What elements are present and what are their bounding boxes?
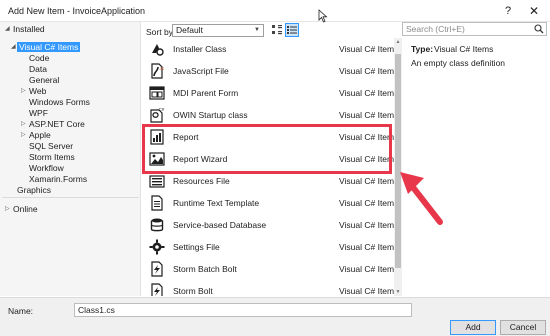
list-item[interactable]: Service-based Database Visual C# Items (143, 214, 394, 236)
scroll-up-arrow-icon[interactable]: ▲ (394, 39, 402, 45)
list-view-button[interactable] (285, 23, 299, 37)
annotation-highlight-box (142, 124, 392, 174)
list-item[interactable]: Storm Batch Bolt Visual C# Items (143, 258, 394, 280)
cancel-button[interactable]: Cancel (500, 320, 546, 335)
scroll-down-arrow-icon[interactable]: ▼ (394, 289, 402, 295)
svg-text:JS: JS (160, 66, 165, 71)
search-placeholder: Search (Ctrl+E) (406, 24, 465, 34)
details-type-value: Visual C# Items (434, 44, 494, 54)
item-category: Visual C# Items (339, 220, 394, 230)
svg-text:C#: C# (159, 107, 165, 112)
tree-item-web[interactable]: Web (29, 86, 46, 96)
list-item[interactable]: Runtime Text Template Visual C# Items (143, 192, 394, 214)
database-icon (150, 218, 164, 232)
footer-bar: Name: Class1.cs Add Cancel (0, 297, 550, 336)
list-item[interactable]: Storm Bolt Visual C# Items (143, 280, 394, 296)
item-name: Settings File (173, 242, 220, 252)
javascript-file-icon: JS (151, 63, 165, 79)
search-icon[interactable] (534, 24, 544, 34)
tree-item-wpf[interactable]: WPF (29, 108, 48, 118)
category-tree-pane: ◢ Installed ◢ Visual C# Items Code Data … (0, 22, 141, 296)
item-name: Storm Batch Bolt (173, 264, 237, 274)
collapse-arrow-icon[interactable]: ◢ (11, 42, 16, 52)
item-category: Visual C# Items (339, 242, 394, 252)
close-button[interactable]: ✕ (522, 2, 546, 20)
item-category: Visual C# Items (339, 44, 394, 54)
tree-item-workflow[interactable]: Workflow (29, 163, 64, 173)
text-template-icon (151, 195, 163, 211)
storm-bolt-icon (151, 283, 163, 296)
item-name: Service-based Database (173, 220, 267, 230)
item-name: OWIN Startup class (173, 110, 248, 120)
item-name: Runtime Text Template (173, 198, 260, 208)
tree-item-windows-forms[interactable]: Windows Forms (29, 97, 90, 107)
expand-arrow-icon[interactable]: ▷ (21, 119, 26, 129)
item-category: Visual C# Items (339, 110, 394, 120)
sort-value: Default (176, 25, 203, 35)
item-name: JavaScript File (173, 66, 229, 76)
list-item[interactable]: MDI Parent Form Visual C# Items (143, 82, 394, 104)
mdi-form-icon (149, 86, 165, 100)
tree-item-xamarin-forms[interactable]: Xamarin.Forms (29, 174, 87, 184)
resources-file-icon (149, 175, 165, 188)
item-name: Installer Class (173, 44, 227, 54)
tree-item-code[interactable]: Code (29, 53, 49, 63)
title-bar: Add New Item - InvoiceApplication ? ✕ (0, 0, 550, 23)
tree-item-aspnet-core[interactable]: ASP.NET Core (29, 119, 85, 129)
window-title: Add New Item - InvoiceApplication (8, 6, 146, 16)
list-item[interactable]: Installer Class Visual C# Items (143, 38, 394, 60)
item-category: Visual C# Items (339, 88, 394, 98)
owin-class-icon: C# (150, 107, 165, 123)
tree-item-apple[interactable]: Apple (29, 130, 51, 140)
add-button[interactable]: Add (450, 320, 496, 335)
list-scrollbar[interactable]: ▲ ▼ (394, 38, 402, 296)
tree-item-general[interactable]: General (29, 75, 59, 85)
expand-arrow-icon[interactable]: ▷ (21, 130, 26, 140)
item-category: Visual C# Items (339, 264, 394, 274)
expand-arrow-icon[interactable]: ▷ (5, 204, 10, 214)
installer-icon (152, 44, 164, 56)
tree-item-visual-csharp[interactable]: Visual C# Items (17, 42, 81, 52)
details-type-label: Type: (411, 44, 434, 54)
item-category: Visual C# Items (339, 176, 394, 186)
details-description: An empty class definition (411, 58, 506, 68)
collapse-arrow-icon[interactable]: ◢ (5, 24, 10, 34)
help-button[interactable]: ? (496, 2, 520, 20)
tree-item-storm-items[interactable]: Storm Items (29, 152, 75, 162)
tree-item-data[interactable]: Data (29, 64, 47, 74)
tree-divider (2, 197, 139, 198)
expand-arrow-icon[interactable]: ▷ (21, 86, 26, 96)
storm-batch-bolt-icon (151, 261, 163, 277)
scroll-thumb[interactable] (395, 54, 401, 268)
item-category: Visual C# Items (339, 286, 394, 296)
chevron-down-icon: ▼ (254, 27, 260, 33)
name-label: Name: (8, 306, 34, 316)
list-item[interactable]: Settings File Visual C# Items (143, 236, 394, 258)
annotation-arrow-icon (400, 172, 443, 225)
search-input[interactable]: Search (Ctrl+E) (402, 22, 547, 36)
list-item[interactable]: JS JavaScript File Visual C# Items (143, 60, 394, 82)
tree-item-installed[interactable]: Installed (13, 24, 45, 34)
list-item[interactable]: C# OWIN Startup class Visual C# Items (143, 104, 394, 126)
tree-item-online[interactable]: Online (13, 204, 38, 214)
item-category: Visual C# Items (339, 66, 394, 76)
sort-dropdown[interactable]: Default ▼ (172, 24, 264, 37)
sort-by-label: Sort by: (146, 27, 176, 37)
settings-gear-icon (149, 239, 165, 255)
tree-item-graphics[interactable]: Graphics (17, 185, 51, 195)
item-name: MDI Parent Form (173, 88, 239, 98)
grid-view-icon[interactable] (271, 24, 283, 36)
tree-item-sql-server[interactable]: SQL Server (29, 141, 73, 151)
item-name: Resources File (173, 176, 230, 186)
mouse-cursor-icon (318, 9, 328, 23)
item-category: Visual C# Items (339, 198, 394, 208)
list-view-icon (287, 26, 297, 34)
item-name: Storm Bolt (173, 286, 213, 296)
name-input[interactable]: Class1.cs (74, 303, 412, 317)
